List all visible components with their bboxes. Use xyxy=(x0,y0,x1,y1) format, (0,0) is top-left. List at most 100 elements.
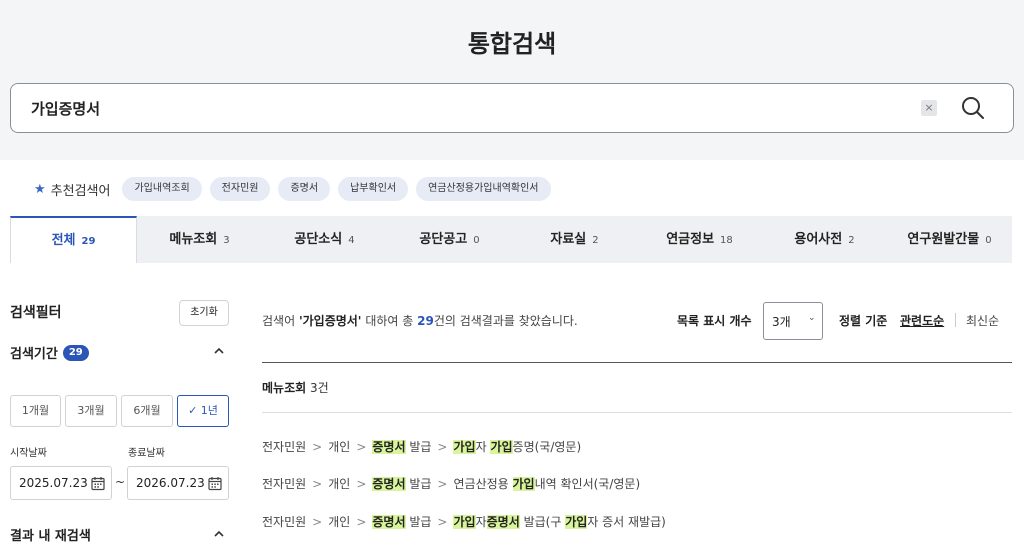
keyword-chip[interactable]: 증명서 xyxy=(278,177,331,201)
crumb: 자 xyxy=(475,515,487,529)
search-icon[interactable] xyxy=(959,94,987,122)
period-1year-button[interactable]: ✓ 1년 xyxy=(177,395,229,427)
crumb-separator: > xyxy=(312,515,323,529)
crumb: 자 증서 재발급) xyxy=(587,515,666,529)
keyword-chip[interactable]: 가입내역조회 xyxy=(122,177,202,201)
end-date-field[interactable]: 2026.07.23 xyxy=(127,466,229,500)
tab-all[interactable]: 전체 29 xyxy=(10,216,137,263)
tab-count: 3 xyxy=(223,235,230,246)
calendar-icon[interactable] xyxy=(91,476,105,491)
section-divider xyxy=(262,412,1012,413)
period-1month-button[interactable]: 1개월 xyxy=(10,395,61,427)
tab-menu[interactable]: 메뉴조회 3 xyxy=(137,216,262,263)
period-label: 검색기간 xyxy=(10,347,58,362)
calendar-icon[interactable] xyxy=(208,476,222,491)
tab-count: 0 xyxy=(985,235,992,246)
keyword-highlight: 가입 xyxy=(512,477,535,491)
crumb: 전자민원 xyxy=(262,477,307,491)
filter-title: 검색필터 xyxy=(10,305,62,321)
tab-count: 2 xyxy=(848,235,855,246)
crumb: 발급 xyxy=(405,515,432,529)
sort-divider xyxy=(955,313,956,327)
keyword-highlight: 증명서 xyxy=(372,477,406,491)
tab-count: 4 xyxy=(348,235,355,246)
tab-label: 자료실 xyxy=(550,232,587,247)
reset-filter-button[interactable]: 초기화 xyxy=(179,300,229,326)
tab-archive[interactable]: 자료실 2 xyxy=(512,216,637,263)
tab-glossary[interactable]: 용어사전 2 xyxy=(762,216,887,263)
search-input[interactable] xyxy=(31,96,891,120)
chevron-up-icon[interactable] xyxy=(212,527,226,541)
period-3month-button[interactable]: 3개월 xyxy=(65,395,117,427)
list-count-value: 3개 xyxy=(772,315,791,329)
tab-label: 메뉴조회 xyxy=(169,232,218,247)
end-date-value: 2026.07.23 xyxy=(136,476,205,490)
result-tabs: 전체 29 메뉴조회 3 공단소식 4 공단공고 0 자료실 2 연금정보 18 용어사전 2… xyxy=(10,216,1012,263)
crumb: 전자민원 xyxy=(262,515,307,529)
summary-text: 건의 검색결과를 찾았습니다. xyxy=(433,314,578,328)
chevron-down-icon: ⌄ xyxy=(808,313,816,323)
keyword-highlight: 증명서 xyxy=(486,515,520,529)
tab-label: 전체 xyxy=(51,233,76,248)
result-item[interactable]: 전자민원 > 개인 > 증명서 발급 > 연금산정용 가입내역 확인서(국/영문) xyxy=(262,475,640,492)
tab-count: 2 xyxy=(592,235,599,246)
period-title: 검색기간 29 xyxy=(10,343,89,362)
crumb: 증명(국/영문) xyxy=(512,440,582,454)
recommended-keywords: ★ 추천검색어 가입내역조회 전자민원 증명서 납부확인서 연금산정용가입내역확… xyxy=(34,177,559,201)
search-header-area: 통합검색 × xyxy=(0,0,1024,160)
search-box: × xyxy=(10,83,1014,133)
keyword-chip[interactable]: 전자민원 xyxy=(209,177,271,201)
crumb: 발급(구 xyxy=(519,515,566,529)
keyword-highlight: 증명서 xyxy=(372,515,406,529)
tab-count: 29 xyxy=(81,236,96,247)
list-count-select[interactable]: 3개 ⌄ xyxy=(763,302,823,340)
crumb: 연금산정용 xyxy=(453,477,513,491)
crumb-separator: > xyxy=(356,477,367,491)
crumb: 자 xyxy=(475,440,491,454)
tab-publications[interactable]: 연구원발간물 0 xyxy=(887,216,1012,263)
keyword-chip[interactable]: 납부확인서 xyxy=(338,177,409,201)
tab-notice[interactable]: 공단공고 0 xyxy=(387,216,512,263)
recommended-label: 추천검색어 xyxy=(50,183,111,199)
crumb: 개인 xyxy=(328,440,351,454)
crumb: 전자민원 xyxy=(262,440,307,454)
crumb: 내역 확인서(국/영문) xyxy=(534,477,641,491)
tab-count: 18 xyxy=(720,235,733,246)
sort-label: 정렬 기준 xyxy=(839,314,888,328)
keyword-highlight: 증명서 xyxy=(372,440,406,454)
date-range-separator: ~ xyxy=(115,475,126,489)
keyword-highlight: 가입 xyxy=(453,515,476,529)
page-title: 통합검색 xyxy=(467,30,557,58)
crumb: 발급 xyxy=(405,440,432,454)
keyword-highlight: 가입 xyxy=(490,440,513,454)
list-count-label: 목록 표시 개수 xyxy=(677,314,752,328)
sort-relevance-link[interactable]: 관련도순 xyxy=(900,312,944,329)
tab-news[interactable]: 공단소식 4 xyxy=(262,216,387,263)
tab-count: 0 xyxy=(473,235,480,246)
sort-latest-link[interactable]: 최신순 xyxy=(966,312,999,329)
clear-search-button[interactable]: × xyxy=(921,100,937,116)
result-item[interactable]: 전자민원 > 개인 > 증명서 발급 > 가입자 가입증명(국/영문) xyxy=(262,438,581,455)
results-divider xyxy=(262,362,1012,363)
tab-label: 연구원발간물 xyxy=(907,232,980,247)
crumb-separator: > xyxy=(312,477,323,491)
crumb-separator: > xyxy=(356,440,367,454)
crumb: 개인 xyxy=(328,477,351,491)
start-date-field[interactable]: 2025.07.23 xyxy=(10,466,112,500)
result-item[interactable]: 전자민원 > 개인 > 증명서 발급 > 가입자증명서 발급(구 가입자 증서 재발급) xyxy=(262,513,666,530)
crumb-separator: > xyxy=(437,440,448,454)
crumb: 개인 xyxy=(328,515,351,529)
period-label: 1년 xyxy=(200,404,218,417)
crumb-separator: > xyxy=(312,440,323,454)
check-icon: ✓ xyxy=(188,404,198,417)
period-6month-button[interactable]: 6개월 xyxy=(121,395,173,427)
chevron-up-icon[interactable] xyxy=(212,344,226,358)
start-date-value: 2025.07.23 xyxy=(19,476,88,490)
tab-pension-info[interactable]: 연금정보 18 xyxy=(637,216,762,263)
tab-label: 용어사전 xyxy=(794,232,843,247)
summary-query: '가입증명서' xyxy=(298,314,362,328)
tab-label: 공단소식 xyxy=(294,232,343,247)
section-name: 메뉴조회 xyxy=(262,381,307,395)
summary-text: 대하여 총 xyxy=(361,314,418,328)
keyword-chip[interactable]: 연금산정용가입내역확인서 xyxy=(416,177,551,201)
